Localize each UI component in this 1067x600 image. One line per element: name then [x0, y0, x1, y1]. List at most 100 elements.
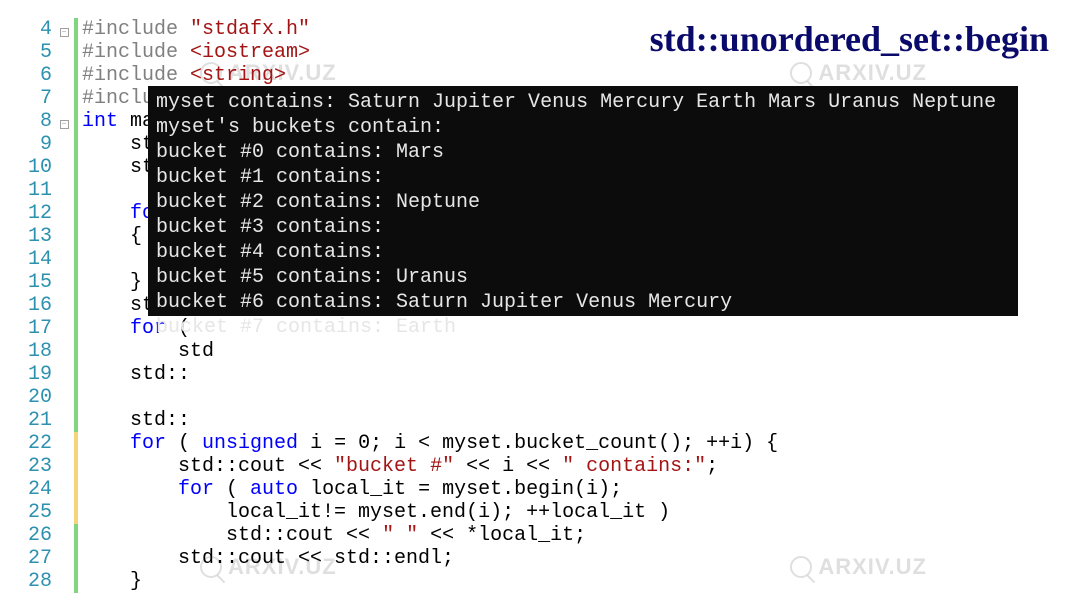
line-number: 12	[8, 202, 56, 225]
change-margin	[74, 225, 78, 248]
line-number: 17	[8, 317, 56, 340]
code-content: for ( auto local_it = myset.begin(i);	[82, 478, 622, 501]
line-number: 15	[8, 271, 56, 294]
fold-gutter	[56, 432, 72, 455]
fold-gutter	[56, 64, 72, 87]
code-content: std::cout << " " << *local_it;	[82, 524, 586, 547]
line-number: 19	[8, 363, 56, 386]
line-number: 23	[8, 455, 56, 478]
fold-gutter	[56, 179, 72, 202]
line-number: 18	[8, 340, 56, 363]
line-number: 13	[8, 225, 56, 248]
line-number: 20	[8, 386, 56, 409]
change-margin	[74, 248, 78, 271]
line-number: 21	[8, 409, 56, 432]
fold-gutter	[56, 340, 72, 363]
change-margin	[74, 340, 78, 363]
line-number: 16	[8, 294, 56, 317]
code-line: 25 local_it!= myset.end(i); ++local_it )	[8, 501, 1059, 524]
change-margin	[74, 432, 78, 455]
line-number: 26	[8, 524, 56, 547]
line-number: 25	[8, 501, 56, 524]
code-content: local_it!= myset.end(i); ++local_it )	[82, 501, 670, 524]
console-output: myset contains: Saturn Jupiter Venus Mer…	[148, 86, 1018, 316]
code-content: std::cout << "bucket #" << i << " contai…	[82, 455, 718, 478]
change-margin	[74, 386, 78, 409]
line-number: 8	[8, 110, 56, 133]
change-margin	[74, 294, 78, 317]
change-margin	[74, 547, 78, 570]
change-margin	[74, 501, 78, 524]
line-number: 14	[8, 248, 56, 271]
code-line: 24 for ( auto local_it = myset.begin(i);	[8, 478, 1059, 501]
change-margin	[74, 570, 78, 593]
fold-gutter	[56, 271, 72, 294]
line-number: 28	[8, 570, 56, 593]
code-content: #include <string>	[82, 64, 286, 87]
change-margin	[74, 455, 78, 478]
fold-gutter	[56, 524, 72, 547]
code-line: 26 std::cout << " " << *local_it;	[8, 524, 1059, 547]
line-number: 27	[8, 547, 56, 570]
code-line: 27 std::cout << std::endl;	[8, 547, 1059, 570]
code-line: 23 std::cout << "bucket #" << i << " con…	[8, 455, 1059, 478]
code-content: std::cout << std::endl;	[82, 547, 454, 570]
fold-minus-icon[interactable]: −	[60, 28, 69, 37]
change-margin	[74, 179, 78, 202]
fold-gutter	[56, 294, 72, 317]
line-number: 7	[8, 87, 56, 110]
fold-gutter	[56, 363, 72, 386]
change-margin	[74, 478, 78, 501]
line-number: 6	[8, 64, 56, 87]
line-number: 24	[8, 478, 56, 501]
fold-gutter	[56, 501, 72, 524]
code-content: std::	[82, 409, 190, 432]
code-content: {	[82, 225, 142, 248]
fold-gutter	[56, 317, 72, 340]
fold-gutter	[56, 547, 72, 570]
change-margin	[74, 317, 78, 340]
code-content: std::	[82, 363, 190, 386]
code-line: 20	[8, 386, 1059, 409]
fold-gutter	[56, 202, 72, 225]
fold-gutter	[56, 225, 72, 248]
change-margin	[74, 133, 78, 156]
change-margin	[74, 87, 78, 110]
code-line: 21 std::	[8, 409, 1059, 432]
fold-gutter: −	[56, 18, 72, 41]
code-line: 28 }	[8, 570, 1059, 593]
fold-gutter	[56, 570, 72, 593]
line-number: 22	[8, 432, 56, 455]
fold-gutter	[56, 41, 72, 64]
line-number: 9	[8, 133, 56, 156]
fold-gutter	[56, 409, 72, 432]
line-number: 5	[8, 41, 56, 64]
change-margin	[74, 64, 78, 87]
change-margin	[74, 202, 78, 225]
code-line: 6 #include <string>	[8, 64, 1059, 87]
fold-gutter: −	[56, 110, 72, 133]
fold-gutter	[56, 248, 72, 271]
change-margin	[74, 271, 78, 294]
line-number: 11	[8, 179, 56, 202]
code-line: 22 for ( unsigned i = 0; i < myset.bucke…	[8, 432, 1059, 455]
fold-gutter	[56, 87, 72, 110]
code-content: }	[82, 570, 142, 593]
fold-gutter	[56, 156, 72, 179]
change-margin	[74, 18, 78, 41]
code-content: }	[82, 271, 142, 294]
page-title: std::unordered_set::begin	[650, 18, 1049, 60]
fold-gutter	[56, 478, 72, 501]
change-margin	[74, 156, 78, 179]
fold-minus-icon[interactable]: −	[60, 120, 69, 129]
change-margin	[74, 524, 78, 547]
fold-gutter	[56, 386, 72, 409]
code-content: #include "stdafx.h"	[82, 18, 310, 41]
change-margin	[74, 41, 78, 64]
change-margin	[74, 409, 78, 432]
change-margin	[74, 363, 78, 386]
fold-gutter	[56, 455, 72, 478]
code-content: for ( unsigned i = 0; i < myset.bucket_c…	[82, 432, 778, 455]
code-line: 18 std	[8, 340, 1059, 363]
code-content: #include <iostream>	[82, 41, 310, 64]
